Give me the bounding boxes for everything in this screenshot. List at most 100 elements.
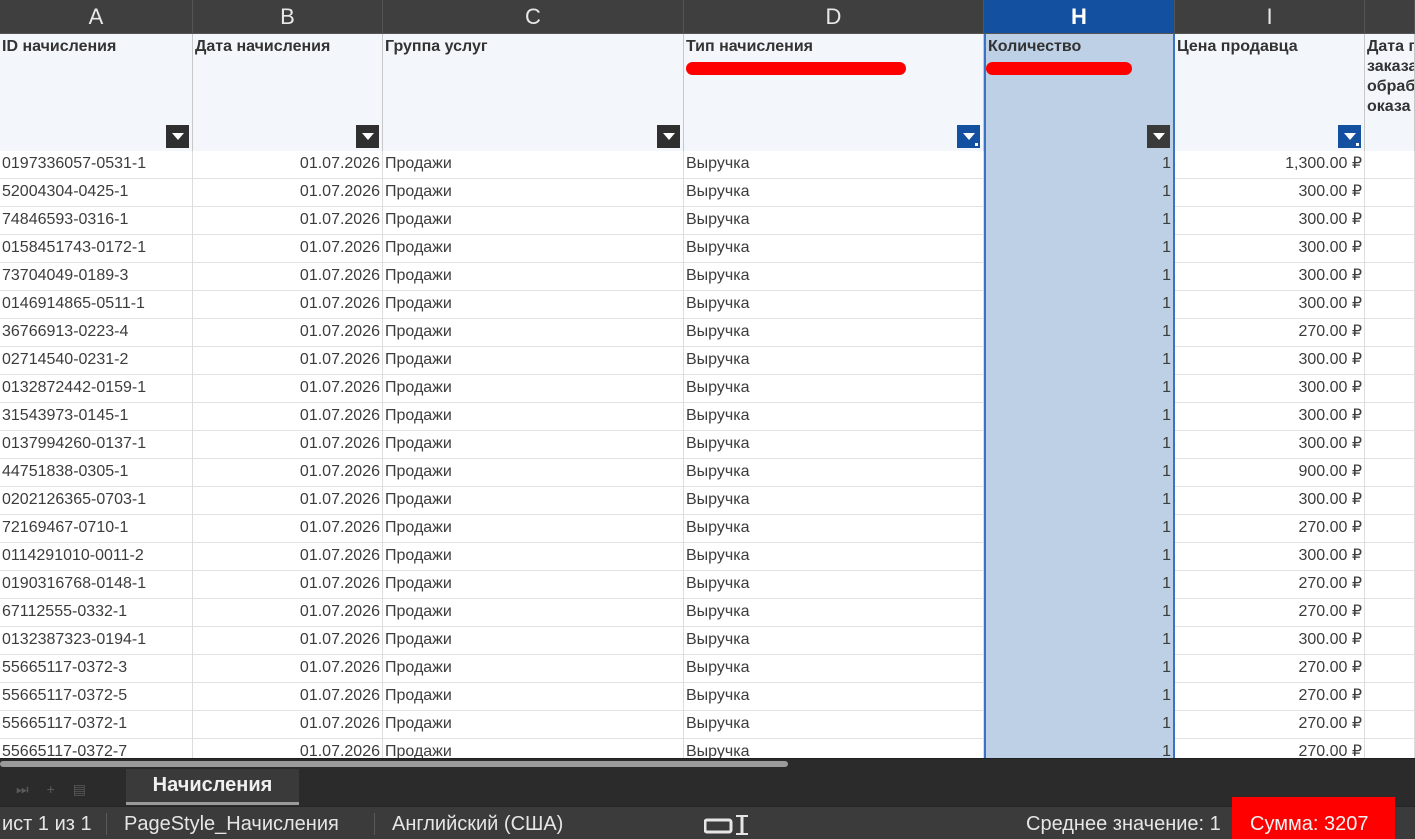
cell-date[interactable]: 01.07.2026 bbox=[193, 151, 383, 179]
cell-id[interactable]: 0132872442-0159-1 bbox=[0, 375, 193, 403]
cell-service-group[interactable]: Продажи bbox=[383, 263, 684, 291]
cell-accrual-type[interactable]: Выручка bbox=[684, 599, 984, 627]
column-header-d[interactable]: D bbox=[684, 0, 984, 34]
cell-quantity[interactable]: 1 bbox=[984, 487, 1175, 515]
cell-id[interactable]: 0146914865-0511-1 bbox=[0, 291, 193, 319]
cell-order-date[interactable] bbox=[1365, 655, 1415, 683]
autofilter-dropdown-button[interactable] bbox=[166, 125, 189, 148]
cell-accrual-type[interactable]: Выручка bbox=[684, 683, 984, 711]
cell-order-date[interactable] bbox=[1365, 431, 1415, 459]
cell-id[interactable]: 0114291010-0011-2 bbox=[0, 543, 193, 571]
cell-seller-price[interactable]: 300.00 ₽ bbox=[1175, 235, 1365, 263]
cell-order-date[interactable] bbox=[1365, 235, 1415, 263]
sheet-position[interactable]: ист 1 из 1 bbox=[2, 813, 92, 836]
cell-seller-price[interactable]: 900.00 ₽ bbox=[1175, 459, 1365, 487]
cell-accrual-type[interactable]: Выручка bbox=[684, 235, 984, 263]
cell-order-date[interactable] bbox=[1365, 739, 1415, 758]
column-header-h[interactable]: H bbox=[984, 0, 1175, 34]
cell-seller-price[interactable]: 300.00 ₽ bbox=[1175, 543, 1365, 571]
cell-accrual-type[interactable]: Выручка bbox=[684, 403, 984, 431]
cell-quantity[interactable]: 1 bbox=[984, 599, 1175, 627]
cell-order-date[interactable] bbox=[1365, 347, 1415, 375]
cell-quantity[interactable]: 1 bbox=[984, 151, 1175, 179]
header-order-date[interactable]: Дата п заказа обраб оказа bbox=[1365, 34, 1415, 151]
cell-date[interactable]: 01.07.2026 bbox=[193, 403, 383, 431]
cell-accrual-type[interactable]: Выручка bbox=[684, 375, 984, 403]
cell-accrual-type[interactable]: Выручка bbox=[684, 739, 984, 758]
cell-quantity[interactable]: 1 bbox=[984, 711, 1175, 739]
cell-order-date[interactable] bbox=[1365, 375, 1415, 403]
cell-id[interactable]: 55665117-0372-7 bbox=[0, 739, 193, 758]
cell-service-group[interactable]: Продажи bbox=[383, 711, 684, 739]
cell-order-date[interactable] bbox=[1365, 319, 1415, 347]
cell-quantity[interactable]: 1 bbox=[984, 431, 1175, 459]
cell-date[interactable]: 01.07.2026 bbox=[193, 263, 383, 291]
header-service-group[interactable]: Группа услуг bbox=[383, 34, 684, 151]
cell-service-group[interactable]: Продажи bbox=[383, 375, 684, 403]
cell-date[interactable]: 01.07.2026 bbox=[193, 459, 383, 487]
cell-order-date[interactable] bbox=[1365, 599, 1415, 627]
autofilter-dropdown-button[interactable] bbox=[356, 125, 379, 148]
cell-service-group[interactable]: Продажи bbox=[383, 319, 684, 347]
cell-id[interactable]: 72169467-0710-1 bbox=[0, 515, 193, 543]
cell-quantity[interactable]: 1 bbox=[984, 683, 1175, 711]
cell-id[interactable]: 0158451743-0172-1 bbox=[0, 235, 193, 263]
cell-seller-price[interactable]: 270.00 ₽ bbox=[1175, 683, 1365, 711]
cell-id[interactable]: 55665117-0372-5 bbox=[0, 683, 193, 711]
cell-id[interactable]: 36766913-0223-4 bbox=[0, 319, 193, 347]
cell-service-group[interactable]: Продажи bbox=[383, 739, 684, 758]
cell-quantity[interactable]: 1 bbox=[984, 235, 1175, 263]
cell-date[interactable]: 01.07.2026 bbox=[193, 627, 383, 655]
column-header-b[interactable]: B bbox=[193, 0, 383, 34]
cell-service-group[interactable]: Продажи bbox=[383, 543, 684, 571]
cell-order-date[interactable] bbox=[1365, 291, 1415, 319]
cell-quantity[interactable]: 1 bbox=[984, 375, 1175, 403]
autofilter-dropdown-button[interactable] bbox=[657, 125, 680, 148]
header-quantity[interactable]: Количество bbox=[984, 34, 1175, 151]
cell-accrual-type[interactable]: Выручка bbox=[684, 655, 984, 683]
cell-seller-price[interactable]: 300.00 ₽ bbox=[1175, 263, 1365, 291]
cell-order-date[interactable] bbox=[1365, 683, 1415, 711]
language[interactable]: Английский (США) bbox=[392, 813, 563, 836]
cell-date[interactable]: 01.07.2026 bbox=[193, 599, 383, 627]
cell-order-date[interactable] bbox=[1365, 711, 1415, 739]
cell-seller-price[interactable]: 300.00 ₽ bbox=[1175, 627, 1365, 655]
cell-seller-price[interactable]: 300.00 ₽ bbox=[1175, 179, 1365, 207]
cell-seller-price[interactable]: 270.00 ₽ bbox=[1175, 739, 1365, 758]
cell-date[interactable]: 01.07.2026 bbox=[193, 319, 383, 347]
cell-seller-price[interactable]: 300.00 ₽ bbox=[1175, 403, 1365, 431]
cell-date[interactable]: 01.07.2026 bbox=[193, 291, 383, 319]
cell-order-date[interactable] bbox=[1365, 627, 1415, 655]
cell-id[interactable]: 67112555-0332-1 bbox=[0, 599, 193, 627]
cell-service-group[interactable]: Продажи bbox=[383, 627, 684, 655]
cell-service-group[interactable]: Продажи bbox=[383, 179, 684, 207]
cell-seller-price[interactable]: 270.00 ₽ bbox=[1175, 515, 1365, 543]
last-sheet-icon[interactable]: ⏭ bbox=[16, 781, 29, 798]
cell-id[interactable]: 55665117-0372-1 bbox=[0, 711, 193, 739]
insert-mode-icon[interactable] bbox=[704, 814, 750, 836]
autofilter-dropdown-button[interactable] bbox=[1147, 125, 1170, 148]
cell-date[interactable]: 01.07.2026 bbox=[193, 515, 383, 543]
cell-service-group[interactable]: Продажи bbox=[383, 655, 684, 683]
autofilter-active-button[interactable] bbox=[957, 125, 980, 148]
cell-order-date[interactable] bbox=[1365, 487, 1415, 515]
cell-quantity[interactable]: 1 bbox=[984, 403, 1175, 431]
cell-service-group[interactable]: Продажи bbox=[383, 683, 684, 711]
cell-quantity[interactable]: 1 bbox=[984, 347, 1175, 375]
cell-service-group[interactable]: Продажи bbox=[383, 515, 684, 543]
cell-seller-price[interactable]: 300.00 ₽ bbox=[1175, 431, 1365, 459]
average-value[interactable]: Среднее значение: 1 bbox=[1026, 813, 1221, 836]
cell-order-date[interactable] bbox=[1365, 207, 1415, 235]
cell-accrual-type[interactable]: Выручка bbox=[684, 543, 984, 571]
cell-seller-price[interactable]: 270.00 ₽ bbox=[1175, 571, 1365, 599]
cell-accrual-type[interactable]: Выручка bbox=[684, 179, 984, 207]
cell-accrual-type[interactable]: Выручка bbox=[684, 459, 984, 487]
sheet-tab-nachisleniya[interactable]: Начисления bbox=[126, 769, 299, 805]
cell-seller-price[interactable]: 1,300.00 ₽ bbox=[1175, 151, 1365, 179]
cell-date[interactable]: 01.07.2026 bbox=[193, 235, 383, 263]
cell-id[interactable]: 44751838-0305-1 bbox=[0, 459, 193, 487]
cell-date[interactable]: 01.07.2026 bbox=[193, 571, 383, 599]
cell-id[interactable]: 52004304-0425-1 bbox=[0, 179, 193, 207]
header-id[interactable]: ID начисления bbox=[0, 34, 193, 151]
cell-seller-price[interactable]: 300.00 ₽ bbox=[1175, 347, 1365, 375]
